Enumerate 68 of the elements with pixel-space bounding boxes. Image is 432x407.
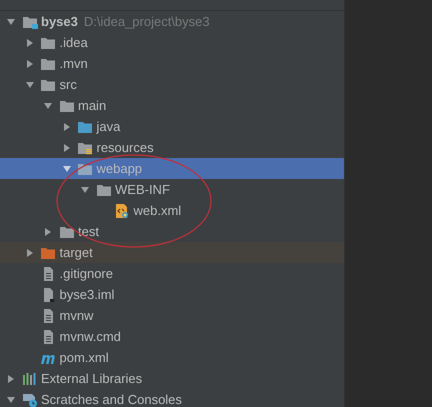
tree-item-label: mvnw.cmd: [60, 328, 121, 346]
tree-row[interactable]: External Libraries: [0, 368, 344, 389]
tree-item-label: External Libraries: [41, 370, 142, 388]
collapse-arrow-icon[interactable]: [80, 184, 90, 194]
tree-row[interactable]: main: [0, 95, 344, 116]
folder-icon: [96, 182, 112, 196]
tree-item-label: Scratches and Consoles: [41, 390, 182, 407]
tree-row[interactable]: .mvn: [0, 53, 344, 74]
tree-row[interactable]: src: [0, 74, 344, 95]
xml-file-icon: [115, 202, 129, 218]
tree-item-label: byse3: [41, 12, 78, 31]
tree-row[interactable]: Scratches and Consoles: [0, 389, 344, 407]
tree-row[interactable]: target: [0, 242, 344, 263]
folder-icon: [40, 78, 56, 92]
folder-icon: [58, 98, 74, 112]
folder-icon: [40, 36, 56, 50]
expand-arrow-icon[interactable]: [62, 122, 72, 132]
folder-icon: [40, 246, 56, 260]
collapse-arrow-icon[interactable]: [24, 80, 34, 90]
tree-item-label: java: [96, 118, 120, 136]
tree-item-label: .gitignore: [60, 264, 113, 283]
collapse-arrow-icon[interactable]: [6, 394, 16, 404]
project-path: D:\idea_project\byse3: [84, 12, 210, 31]
tree-item-label: resources: [96, 138, 154, 157]
file-icon: [41, 328, 55, 344]
collapse-arrow-icon[interactable]: [43, 100, 53, 110]
tree-item-label: WEB-INF: [115, 180, 170, 199]
folder-icon: [40, 56, 56, 70]
tree-row[interactable]: resources: [0, 137, 344, 158]
collapse-arrow-icon[interactable]: [62, 164, 72, 174]
tree-row[interactable]: java: [0, 116, 344, 137]
tree-row[interactable]: web.xml: [0, 200, 344, 221]
tree-item-label: src: [60, 76, 77, 94]
tree-row[interactable]: .idea: [0, 32, 344, 53]
tree-item-label: .idea: [60, 34, 88, 52]
file-icon: [41, 308, 55, 324]
collapse-arrow-icon[interactable]: [6, 16, 16, 26]
expand-arrow-icon[interactable]: [6, 374, 16, 384]
tree-item-label: .mvn: [60, 54, 88, 73]
expand-arrow-icon[interactable]: [24, 58, 34, 68]
tree-item-label: web.xml: [134, 202, 182, 220]
expand-arrow-icon[interactable]: [43, 226, 53, 236]
tree-row[interactable]: byse3 D:\idea_project\byse3: [0, 11, 344, 32]
folder-icon: [77, 120, 93, 134]
tree-item-label: target: [60, 244, 93, 262]
tree-row[interactable]: .gitignore: [0, 263, 344, 284]
tree-item-label: webapp: [96, 160, 142, 178]
tree-row[interactable]: byse3.iml: [0, 284, 344, 305]
expand-arrow-icon[interactable]: [24, 248, 34, 258]
tree-item-label: test: [78, 222, 99, 241]
tree-row[interactable]: WEB-INF: [0, 179, 344, 200]
folder-icon: [77, 140, 93, 154]
expand-arrow-icon[interactable]: [24, 38, 34, 48]
tree-row[interactable]: pom.xml: [0, 347, 344, 368]
tree-item-label: byse3.iml: [60, 286, 114, 304]
folder-icon: [58, 224, 74, 238]
tree-item-label: pom.xml: [60, 348, 109, 367]
libraries-icon: [22, 372, 38, 386]
tree-row[interactable]: mvnw.cmd: [0, 326, 344, 347]
tree-item-label: main: [78, 96, 106, 115]
folder-icon: [22, 14, 38, 28]
file-icon: [41, 286, 55, 302]
scratches-icon: [22, 392, 38, 407]
expand-arrow-icon[interactable]: [62, 142, 72, 152]
tree-row[interactable]: mvnw: [0, 305, 344, 326]
tree-item-label: mvnw: [60, 306, 94, 325]
file-icon: [41, 266, 55, 282]
tree-row[interactable]: test: [0, 221, 344, 242]
